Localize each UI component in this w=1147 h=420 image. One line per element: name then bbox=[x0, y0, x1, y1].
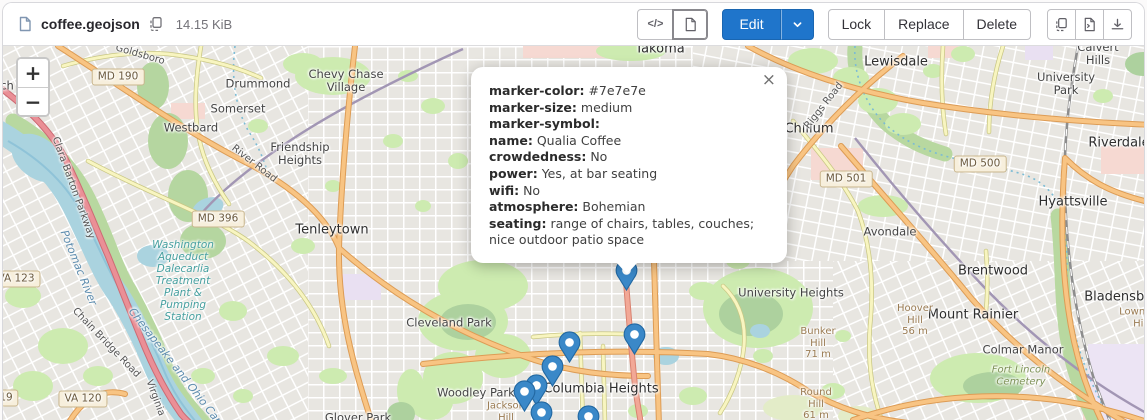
file-viewer-card: coffee.geojson 14.15 KiB </> Edit Lock R… bbox=[2, 2, 1145, 420]
zoom-control: + − bbox=[16, 57, 50, 117]
edit-button[interactable]: Edit bbox=[722, 9, 780, 40]
replace-button[interactable]: Replace bbox=[884, 9, 963, 40]
file-actions-group: Lock Replace Delete bbox=[828, 9, 1031, 40]
popup-property: name: Qualia Coffee bbox=[489, 133, 767, 150]
rendered-file-icon bbox=[683, 17, 698, 32]
delete-button[interactable]: Delete bbox=[963, 9, 1031, 40]
map-marker[interactable] bbox=[623, 323, 646, 355]
lock-button[interactable]: Lock bbox=[828, 9, 886, 40]
zoom-in-button[interactable]: + bbox=[18, 59, 48, 87]
popup-properties: marker-color: #7e7e7emarker-size: medium… bbox=[489, 83, 767, 249]
code-icon: </> bbox=[648, 18, 664, 30]
clipboard-icon bbox=[1054, 17, 1069, 32]
open-raw-button[interactable] bbox=[1075, 9, 1104, 40]
popup-property: power: Yes, at bar seating bbox=[489, 166, 767, 183]
map-marker[interactable] bbox=[577, 405, 600, 420]
download-button[interactable] bbox=[1103, 9, 1132, 40]
chevron-down-icon bbox=[792, 19, 803, 30]
popup-property: crowdedness: No bbox=[489, 149, 767, 166]
popup-property: seating: range of chairs, tables, couche… bbox=[489, 216, 767, 249]
popup-property: marker-symbol: bbox=[489, 116, 767, 133]
view-toggle-group: </> bbox=[637, 9, 708, 40]
zoom-out-button[interactable]: − bbox=[18, 87, 48, 115]
file-size: 14.15 KiB bbox=[176, 17, 232, 32]
copy-contents-button[interactable] bbox=[1047, 9, 1076, 40]
copy-path-icon[interactable] bbox=[148, 16, 164, 32]
popup-property: atmosphere: Bohemian bbox=[489, 199, 767, 216]
file-name: coffee.geojson bbox=[41, 16, 140, 32]
popup-property: wifi: No bbox=[489, 183, 767, 200]
edit-dropdown-button[interactable] bbox=[781, 9, 814, 40]
file-header: coffee.geojson 14.15 KiB </> Edit Lock R… bbox=[3, 3, 1144, 46]
map-marker[interactable] bbox=[530, 401, 553, 420]
popup-close-button[interactable]: × bbox=[760, 70, 778, 91]
popup-property: marker-size: medium bbox=[489, 100, 767, 117]
display-rendered-button[interactable] bbox=[672, 9, 708, 40]
popup-property: marker-color: #7e7e7e bbox=[489, 83, 767, 100]
feature-popup: × marker-color: #7e7e7emarker-size: medi… bbox=[471, 67, 787, 263]
raw-file-icon bbox=[1082, 17, 1097, 32]
display-source-button[interactable]: </> bbox=[637, 9, 673, 40]
file-icon bbox=[17, 16, 33, 32]
icon-actions-group bbox=[1047, 9, 1132, 40]
edit-split-button: Edit bbox=[722, 9, 813, 40]
map-canvas[interactable]: TakomaTenleytownColumbia HeightsChillumL… bbox=[3, 46, 1144, 420]
popup-tail bbox=[616, 262, 638, 274]
download-icon bbox=[1110, 17, 1125, 32]
